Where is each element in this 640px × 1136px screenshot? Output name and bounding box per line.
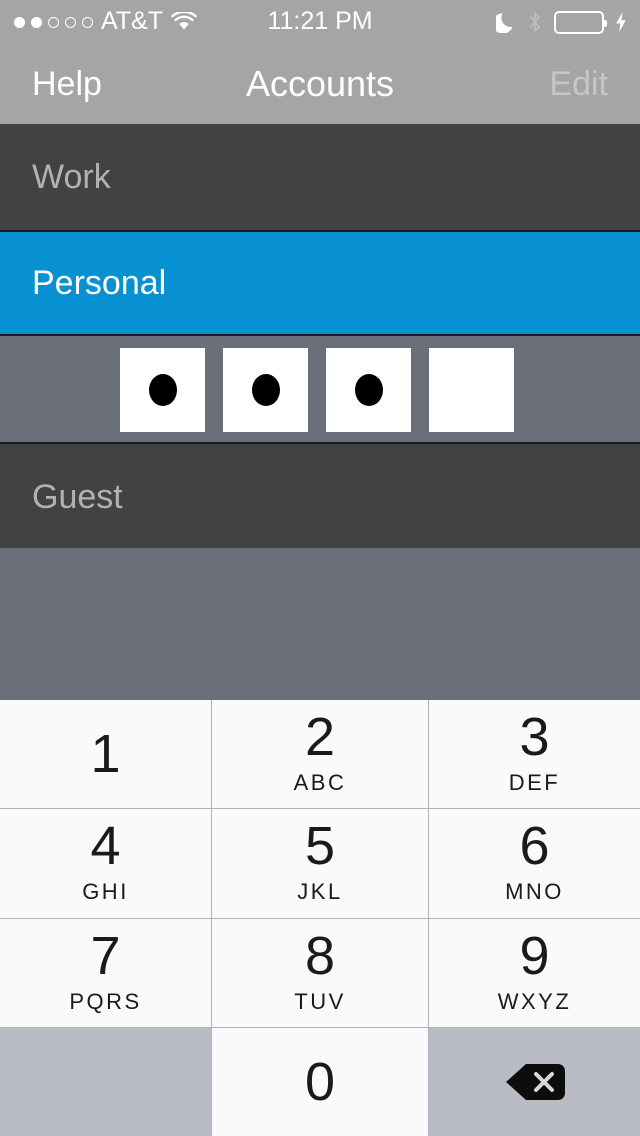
keypad-key-letters: GHI: [82, 879, 129, 905]
keypad-key-1[interactable]: 1: [0, 700, 211, 809]
keypad-key-7[interactable]: 7 PQRS: [0, 918, 211, 1027]
lightning-bolt-icon: [616, 11, 628, 33]
phone-screen: AT&T 11:21 PM Help Accounts Edit Work Pe…: [0, 0, 640, 1136]
keypad-key-letters: TUV: [294, 988, 346, 1014]
pin-filled-dot: [148, 374, 177, 406]
backspace-delete-icon: [504, 1060, 566, 1104]
keypad-key-letters: WXYZ: [497, 988, 572, 1014]
status-bar: AT&T 11:21 PM: [0, 0, 640, 44]
keypad-key-2[interactable]: 2 ABC: [212, 700, 428, 809]
backspace-delete-key[interactable]: [429, 1027, 640, 1136]
keypad-key-digit: 1: [90, 724, 121, 785]
account-row-personal[interactable]: Personal: [0, 232, 640, 336]
keypad-key-0[interactable]: 0: [212, 1027, 428, 1136]
account-row-guest[interactable]: Guest: [0, 444, 640, 552]
account-row-work[interactable]: Work: [0, 124, 640, 232]
signal-dot: [65, 16, 76, 28]
pin-filled-dot: [251, 374, 280, 406]
navigation-bar: Help Accounts Edit: [0, 44, 640, 124]
account-label: Work: [32, 158, 111, 196]
pin-box-4[interactable]: [429, 348, 514, 432]
cellular-signal-dots: [14, 16, 93, 28]
keypad-key-6[interactable]: 6 MNO: [429, 809, 640, 918]
clock-label: 11:21 PM: [267, 6, 373, 35]
pin-boxes[interactable]: [120, 348, 514, 432]
wifi-icon: [171, 12, 197, 32]
keypad-key-digit: 5: [304, 816, 336, 877]
keypad-key-4[interactable]: 4 GHI: [0, 809, 211, 918]
pin-box-3[interactable]: [326, 348, 411, 432]
account-label: Personal: [32, 264, 167, 302]
keypad-key-letters: ABC: [293, 770, 347, 796]
numeric-keypad[interactable]: 1 2 ABC 3 DEF 4 GHI 5 JKL 6 MNO 7 PQRS 8 TUV 9 WXYZ 0: [0, 700, 640, 1136]
signal-dot: [31, 16, 42, 28]
keypad-key-8[interactable]: 8 TUV: [212, 918, 428, 1027]
keypad-key-letters: JKL: [297, 879, 343, 905]
keypad-key-digit: 0: [304, 1051, 336, 1112]
pin-filled-dot: [354, 374, 383, 406]
accounts-list: Work Personal Guest: [0, 124, 640, 552]
page-title: Accounts: [245, 63, 395, 104]
edit-button[interactable]: Edit: [549, 44, 608, 124]
keypad-key-letters: DEF: [508, 770, 561, 796]
keypad-key-letters: MNO: [505, 879, 564, 905]
keypad-key-9[interactable]: 9 WXYZ: [429, 918, 640, 1027]
signal-dot: [48, 16, 59, 28]
keypad-key-5[interactable]: 5 JKL: [212, 809, 428, 918]
pin-entry-row: [0, 336, 640, 444]
keypad-key-digit: 4: [90, 816, 121, 877]
account-label: Guest: [32, 478, 123, 516]
keypad-key-letters: PQRS: [69, 988, 142, 1014]
keypad-blank-cell: [0, 1027, 211, 1136]
keypad-key-3[interactable]: 3 DEF: [429, 700, 640, 809]
empty-content-area: [0, 548, 640, 700]
keypad-key-digit: 7: [90, 925, 121, 986]
status-bar-left: AT&T: [14, 0, 197, 44]
status-bar-right: [496, 0, 628, 44]
keypad-key-digit: 9: [519, 925, 550, 986]
carrier-label: AT&T: [101, 6, 164, 35]
keypad-key-digit: 8: [304, 925, 336, 986]
bluetooth-icon: [528, 11, 542, 33]
signal-dot: [14, 16, 25, 28]
keypad-key-digit: 2: [304, 707, 336, 768]
pin-box-1[interactable]: [120, 348, 205, 432]
keypad-key-digit: 6: [519, 816, 550, 877]
battery-icon: [554, 10, 607, 34]
signal-dot: [82, 16, 93, 28]
keypad-key-digit: 3: [519, 707, 550, 768]
moon-icon: [496, 11, 516, 33]
pin-box-2[interactable]: [223, 348, 308, 432]
